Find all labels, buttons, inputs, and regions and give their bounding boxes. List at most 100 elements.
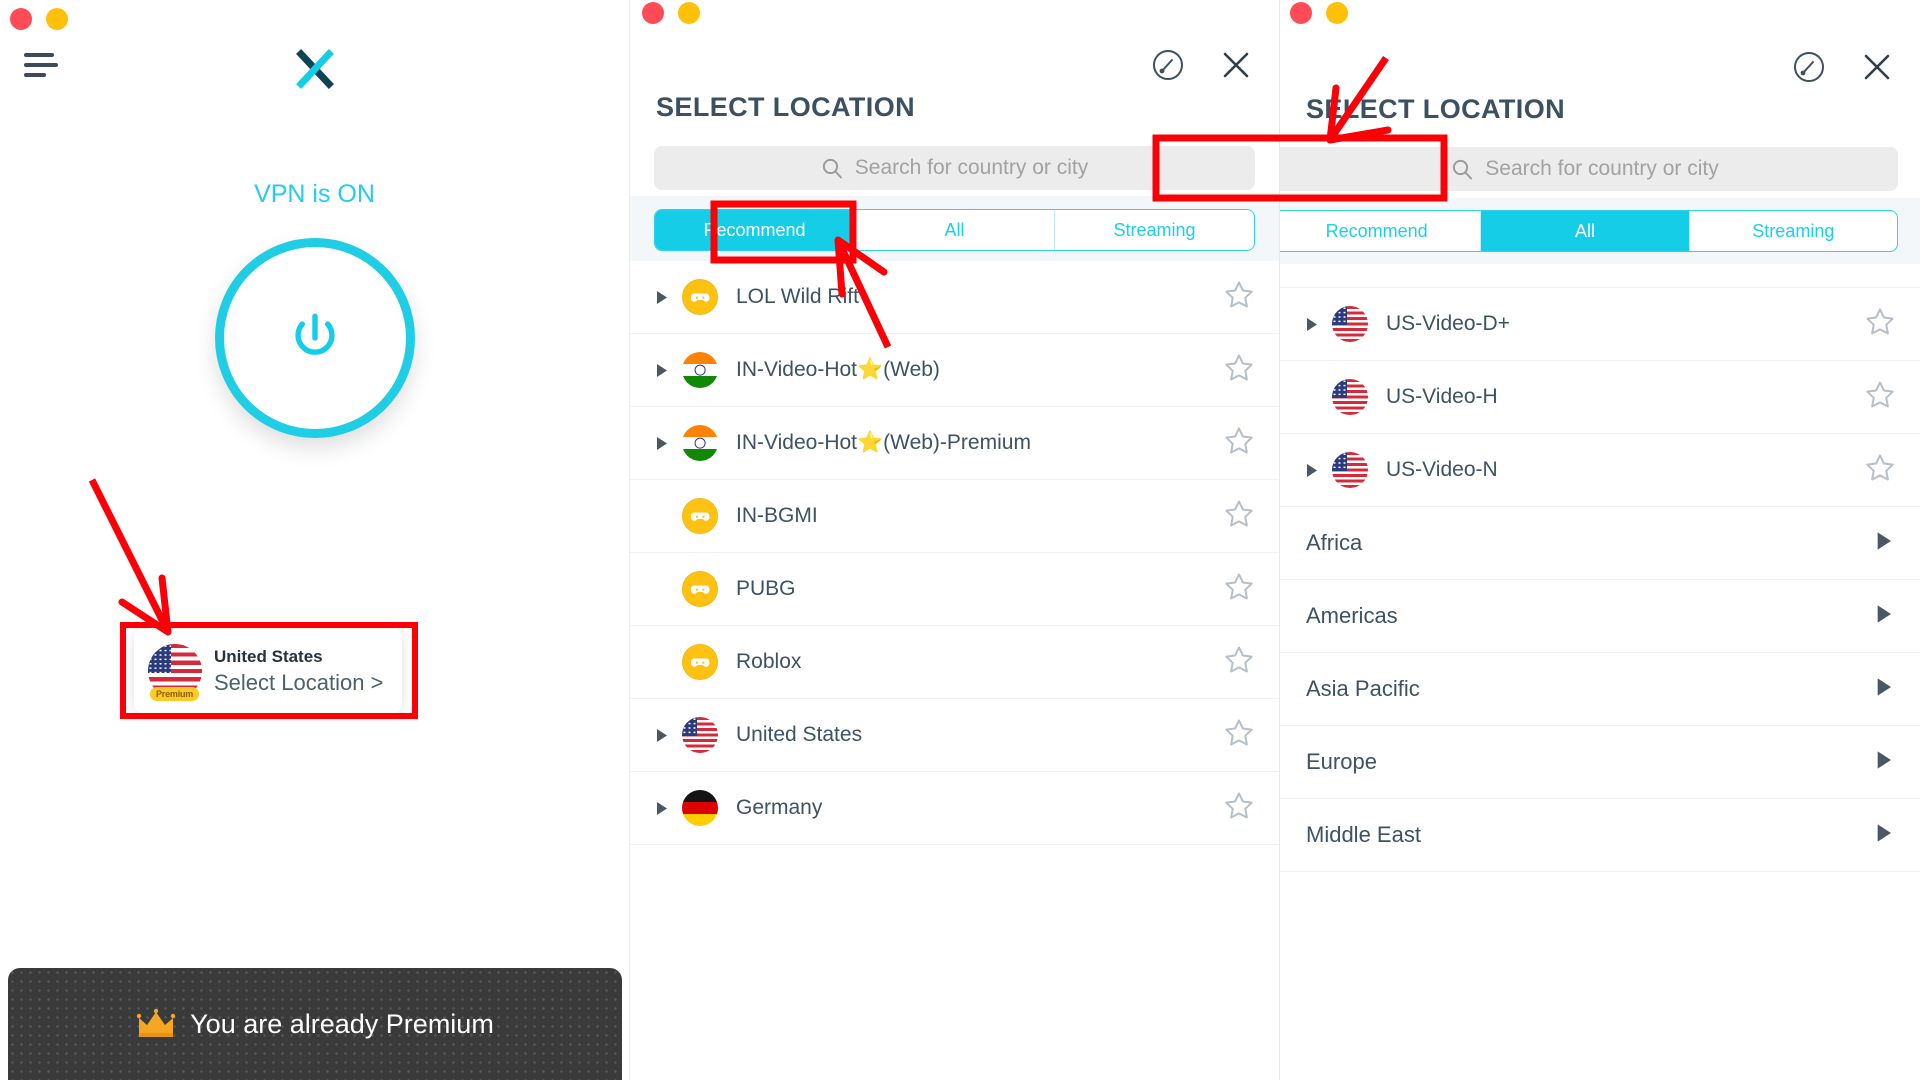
location-tabs: Recommend All Streaming <box>654 209 1255 251</box>
tab-streaming[interactable]: Streaming <box>1055 210 1254 250</box>
game-icon <box>682 644 718 680</box>
list-item[interactable]: United States <box>630 699 1279 772</box>
window-traffic-lights <box>10 8 68 30</box>
page-title: SELECT LOCATION <box>656 92 915 122</box>
tab-streaming[interactable]: Streaming <box>1690 211 1897 251</box>
game-icon <box>682 571 718 607</box>
list-item-clipped[interactable] <box>1280 264 1920 288</box>
list-item-label: US-Video-N <box>1386 458 1498 481</box>
list-item-label: PUBG <box>736 577 796 600</box>
minimize-window-button[interactable] <box>678 2 700 24</box>
search-icon <box>822 158 842 179</box>
power-button[interactable] <box>214 238 415 438</box>
region-label: Africa <box>1306 530 1363 555</box>
select-location-label: Select Location > <box>214 669 384 695</box>
premium-banner[interactable]: You are already Premium <box>8 968 622 1080</box>
select-location-card[interactable]: Premium United States Select Location > <box>134 629 402 713</box>
region-label: Europe <box>1306 749 1377 774</box>
chevron-right-icon <box>1876 750 1894 775</box>
chevron-right-icon <box>1876 677 1894 702</box>
list-item-label: US-Video-D+ <box>1386 312 1510 335</box>
search-input[interactable]: Search for country or city <box>1280 147 1898 191</box>
vpn-main-window: VPN is ON Premium United States Select L… <box>0 0 630 1080</box>
tab-recommend[interactable]: Recommend <box>655 210 855 250</box>
list-item-region-asia-pacific[interactable]: Asia Pacific <box>1280 653 1920 726</box>
favorite-star-icon[interactable] <box>1223 352 1255 389</box>
list-item-label: IN-Video-Hot⭐(Web) <box>736 358 940 381</box>
list-item[interactable]: LOL Wild Rift <box>630 261 1279 334</box>
expand-caret-icon[interactable] <box>656 436 682 451</box>
expand-caret-icon[interactable] <box>656 801 682 816</box>
list-item-label: United States <box>736 723 863 746</box>
favorite-star-icon[interactable] <box>1223 571 1255 608</box>
crown-icon <box>136 1008 176 1039</box>
favorite-star-icon[interactable] <box>1223 790 1255 827</box>
minimize-window-button[interactable] <box>1326 2 1348 24</box>
close-icon[interactable] <box>1219 48 1253 82</box>
close-window-button[interactable] <box>1290 2 1312 24</box>
region-label: Americas <box>1306 603 1398 628</box>
favorite-star-icon[interactable] <box>1223 279 1255 316</box>
list-item-label: IN-BGMI <box>736 504 818 527</box>
minimize-window-button[interactable] <box>46 8 68 30</box>
favorite-star-icon[interactable] <box>1223 717 1255 754</box>
list-item-label: LOL Wild Rift <box>736 285 859 308</box>
us-flag <box>1332 379 1368 415</box>
list-item[interactable]: PUBG <box>630 553 1279 626</box>
tab-recommend[interactable]: Recommend <box>1280 211 1482 251</box>
list-item[interactable]: IN-Video-Hot⭐(Web) <box>630 334 1279 407</box>
favorite-star-icon[interactable] <box>1223 425 1255 462</box>
list-item-label: US-Video-H <box>1386 385 1498 408</box>
list-item-region-middle-east[interactable]: Middle East <box>1280 799 1920 872</box>
favorite-star-icon[interactable] <box>1223 498 1255 535</box>
list-item-label: IN-Video-Hot⭐(Web)-Premium <box>736 431 1031 454</box>
window-traffic-lights <box>1290 2 1348 24</box>
premium-badge: Premium <box>150 687 200 701</box>
expand-caret-icon[interactable] <box>1306 463 1332 478</box>
screenshot-stage: VPN is ON Premium United States Select L… <box>0 0 1920 1080</box>
speedometer-icon[interactable] <box>1792 50 1826 84</box>
region-label: Middle East <box>1306 822 1421 847</box>
us-flag <box>682 717 718 753</box>
expand-caret-icon[interactable] <box>656 290 682 305</box>
favorite-star-icon[interactable] <box>1864 452 1896 489</box>
close-icon[interactable] <box>1860 50 1894 84</box>
favorite-star-icon[interactable] <box>1864 306 1896 343</box>
list-item-region-africa[interactable]: Africa <box>1280 507 1920 580</box>
window-action-icons <box>1151 48 1253 82</box>
location-country-name: United States <box>214 646 323 666</box>
tab-all[interactable]: All <box>855 210 1055 250</box>
tab-all[interactable]: All <box>1481 211 1690 251</box>
expand-caret-icon[interactable] <box>656 363 682 378</box>
x-logo-icon <box>295 49 334 89</box>
list-item[interactable]: US-Video-D+ <box>1280 288 1920 361</box>
search-placeholder: Search for country or city <box>854 156 1089 179</box>
speedometer-icon[interactable] <box>1151 48 1185 82</box>
location-card-text: United States Select Location > <box>214 646 383 696</box>
list-item[interactable]: IN-Video-Hot⭐(Web)-Premium <box>630 407 1279 480</box>
in-flag <box>682 425 718 461</box>
window-action-icons <box>1792 50 1894 84</box>
close-window-button[interactable] <box>642 2 664 24</box>
expand-caret-icon[interactable] <box>1306 317 1332 332</box>
list-item[interactable]: US-Video-H <box>1280 361 1920 434</box>
favorite-star-icon[interactable] <box>1864 379 1896 416</box>
list-item[interactable]: US-Video-N <box>1280 434 1920 507</box>
game-icon <box>682 498 718 534</box>
list-item[interactable]: Roblox <box>630 626 1279 699</box>
chevron-right-icon <box>1876 823 1894 848</box>
favorite-star-icon[interactable] <box>1223 644 1255 681</box>
list-item[interactable]: IN-BGMI <box>630 480 1279 553</box>
list-item-region-americas[interactable]: Americas <box>1280 580 1920 653</box>
x-logo <box>0 44 629 100</box>
de-flag <box>682 790 718 826</box>
location-list[interactable]: US-Video-D+ US-Video-H US-Video-N Africa <box>1280 264 1920 1080</box>
location-list[interactable]: LOL Wild Rift IN-Video-Hot⭐(Web) IN-Vide… <box>630 261 1279 1080</box>
expand-caret-icon[interactable] <box>656 728 682 743</box>
list-item-region-europe[interactable]: Europe <box>1280 726 1920 799</box>
list-item[interactable]: Germany <box>630 772 1279 845</box>
region-label: Asia Pacific <box>1306 676 1420 701</box>
search-input[interactable]: Search for country or city <box>654 146 1255 190</box>
location-flag-wrapper: Premium <box>148 644 202 701</box>
close-window-button[interactable] <box>10 8 32 30</box>
